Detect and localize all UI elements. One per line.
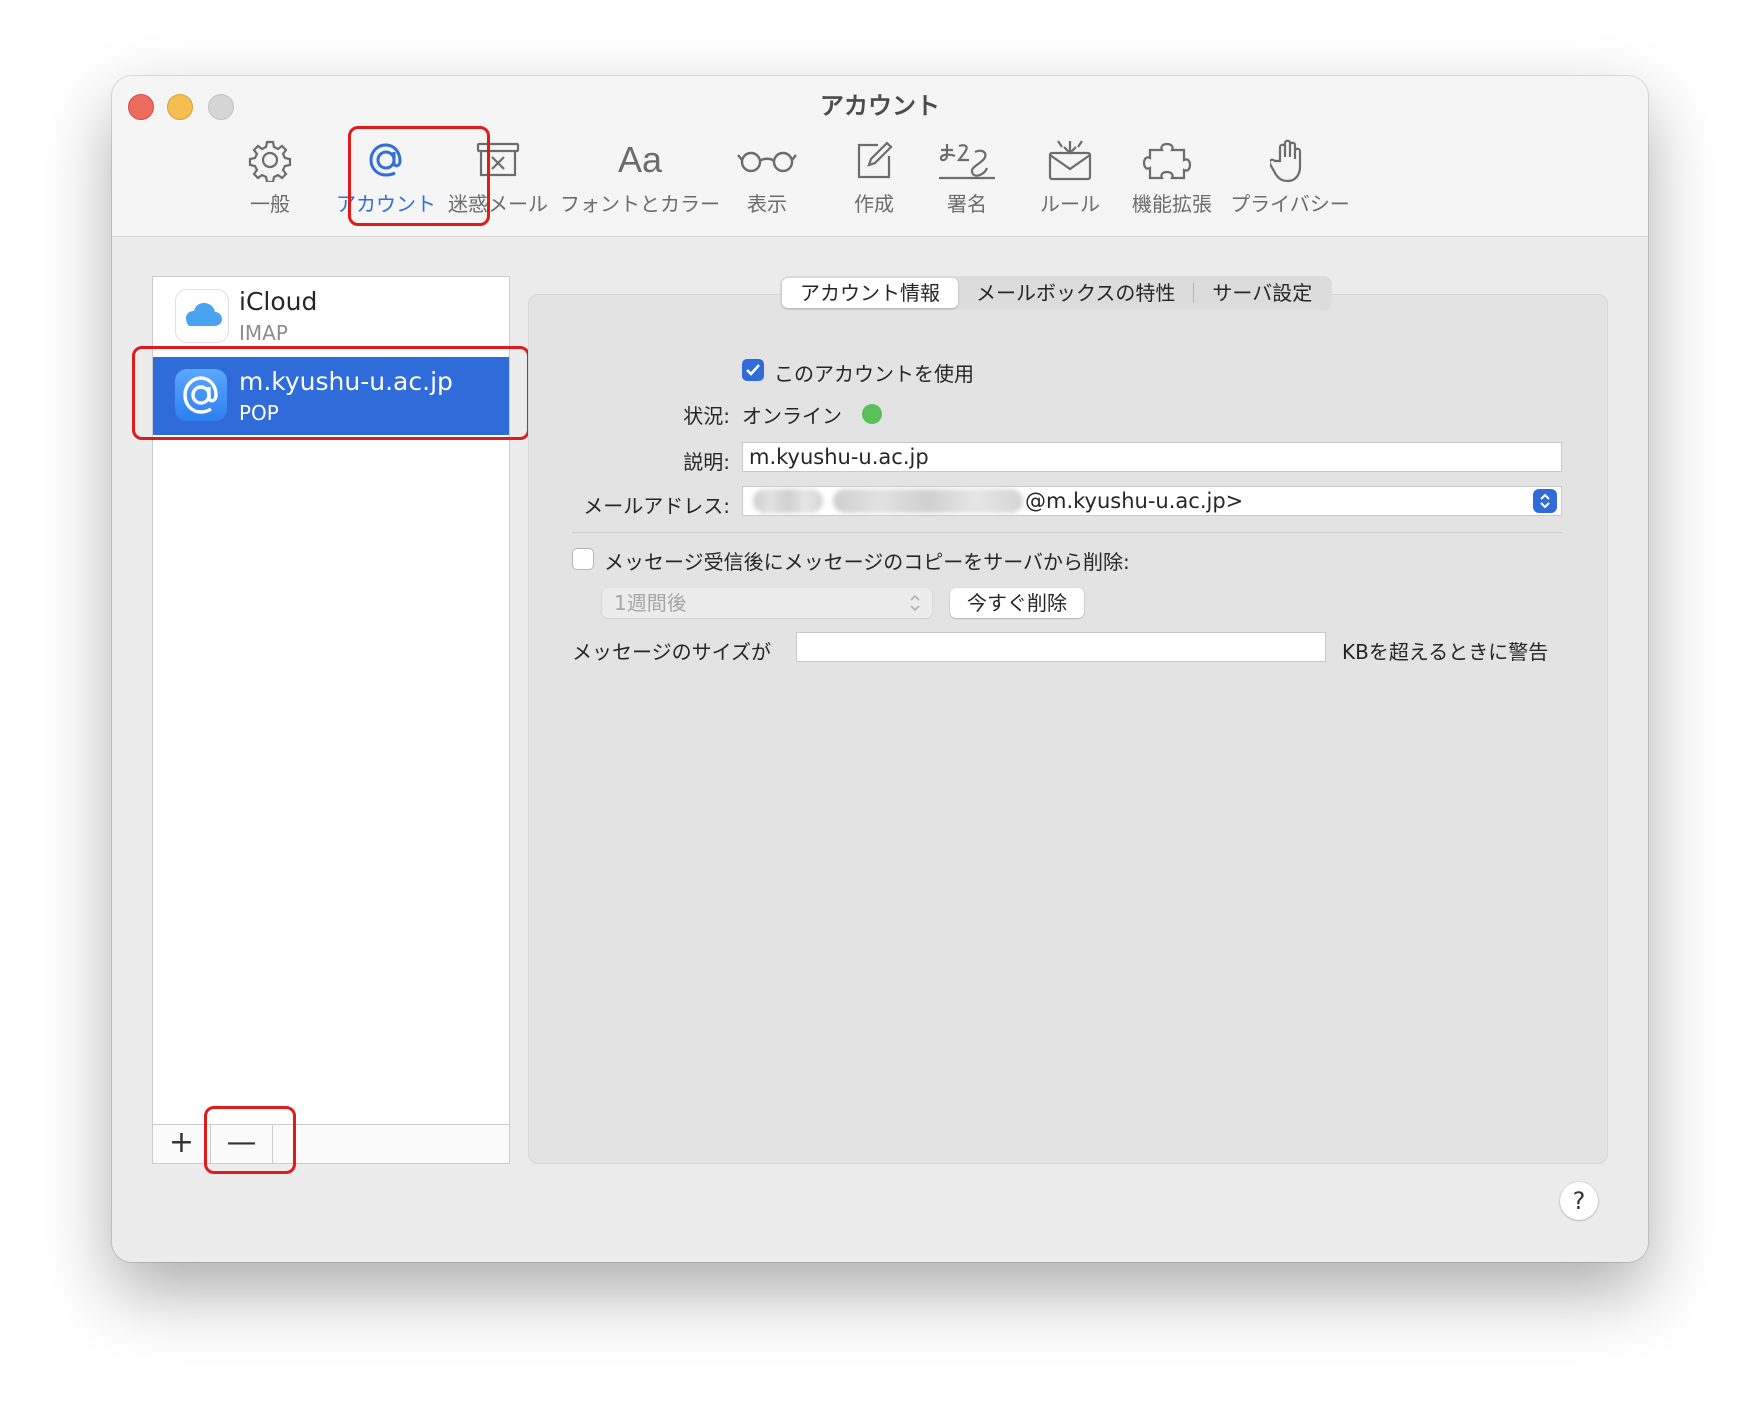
toolbar-extensions[interactable]: 機能拡張 — [1122, 134, 1222, 224]
toolbar-label: 署名 — [947, 192, 987, 216]
preferences-window: アカウント 一般 アカウント 迷惑メール Aa フォントとカラー 表示 作成 署… — [112, 76, 1648, 1262]
toolbar-rules[interactable]: ルール — [1032, 134, 1108, 224]
icloud-icon — [175, 289, 229, 343]
fonts-icon: Aa — [560, 134, 720, 186]
gear-icon — [240, 134, 300, 186]
toolbar-label: ルール — [1040, 192, 1100, 216]
description-field[interactable]: m.kyushu-u.ac.jp — [742, 442, 1562, 472]
rules-envelope-icon — [1032, 134, 1108, 186]
delete-after-value: 1週間後 — [614, 591, 687, 615]
size-warning-field[interactable] — [796, 632, 1326, 662]
title-toolbar: アカウント 一般 アカウント 迷惑メール Aa フォントとカラー 表示 作成 署… — [112, 76, 1648, 237]
fonts-glyph: Aa — [617, 139, 663, 180]
toolbar-signatures[interactable]: 署名 — [932, 134, 1002, 224]
tab-account-info[interactable]: アカウント情報 — [782, 278, 958, 308]
toolbar-label: フォントとカラー — [560, 192, 720, 216]
delete-after-select[interactable]: 1週間後 — [602, 588, 932, 618]
size-warning-suffix: KBを超えるときに警告 — [1342, 640, 1549, 664]
toolbar-label: 表示 — [747, 192, 787, 216]
glasses-icon — [734, 134, 800, 186]
chevron-updown-icon — [1533, 489, 1557, 513]
use-account-checkbox[interactable] — [742, 359, 764, 381]
add-account-button[interactable]: + — [153, 1125, 211, 1163]
status-label: 状況: — [683, 404, 730, 428]
status-value: オンライン — [742, 404, 842, 428]
signature-icon — [932, 134, 1002, 186]
toolbar-viewing[interactable]: 表示 — [734, 134, 800, 224]
compose-icon — [844, 134, 904, 186]
highlight-remove-button — [204, 1106, 296, 1174]
redacted-text — [833, 489, 1023, 513]
size-warning-prefix: メッセージのサイズが — [572, 640, 771, 664]
chevron-updown-icon — [908, 588, 922, 626]
status-online-indicator — [862, 404, 882, 424]
section-divider — [572, 532, 1562, 533]
toolbar-label: 機能拡張 — [1132, 192, 1212, 216]
highlight-selected-account — [132, 346, 530, 440]
toolbar-label: プライバシー — [1230, 192, 1350, 216]
window-title: アカウント — [820, 92, 940, 120]
highlight-accounts-tab — [348, 126, 490, 226]
tab-server-settings[interactable]: サーバ設定 — [1194, 278, 1330, 308]
delete-copy-checkbox[interactable] — [572, 548, 594, 570]
email-address-popup[interactable]: @m.kyushu-u.ac.jp> — [742, 486, 1562, 516]
toolbar-fonts-colors[interactable]: Aa フォントとカラー — [560, 134, 720, 224]
redacted-text — [753, 489, 823, 513]
puzzle-icon — [1122, 134, 1222, 186]
toolbar-label: 作成 — [854, 192, 894, 216]
account-name: iCloud — [239, 287, 318, 316]
hand-icon — [1228, 134, 1352, 186]
tab-mailbox-behaviors[interactable]: メールボックスの特性 — [958, 278, 1193, 308]
email-domain-text: @m.kyushu-u.ac.jp> — [1025, 489, 1244, 513]
account-type: IMAP — [239, 321, 288, 345]
email-address-label: メールアドレス: — [583, 494, 730, 518]
use-account-label: このアカウントを使用 — [774, 362, 974, 386]
delete-copy-label: メッセージ受信後にメッセージのコピーをサーバから削除: — [604, 550, 1130, 574]
help-button[interactable]: ? — [1560, 1182, 1598, 1220]
toolbar-privacy[interactable]: プライバシー — [1228, 134, 1352, 224]
toolbar-general[interactable]: 一般 — [240, 134, 300, 224]
delete-now-button[interactable]: 今すぐ削除 — [950, 588, 1084, 618]
toolbar-composing[interactable]: 作成 — [844, 134, 904, 224]
account-row-icloud[interactable]: iCloud IMAP — [153, 277, 509, 355]
description-label: 説明: — [683, 450, 730, 474]
toolbar-label: 一般 — [250, 192, 290, 216]
account-tabs: アカウント情報 メールボックスの特性 サーバ設定 — [780, 276, 1333, 310]
